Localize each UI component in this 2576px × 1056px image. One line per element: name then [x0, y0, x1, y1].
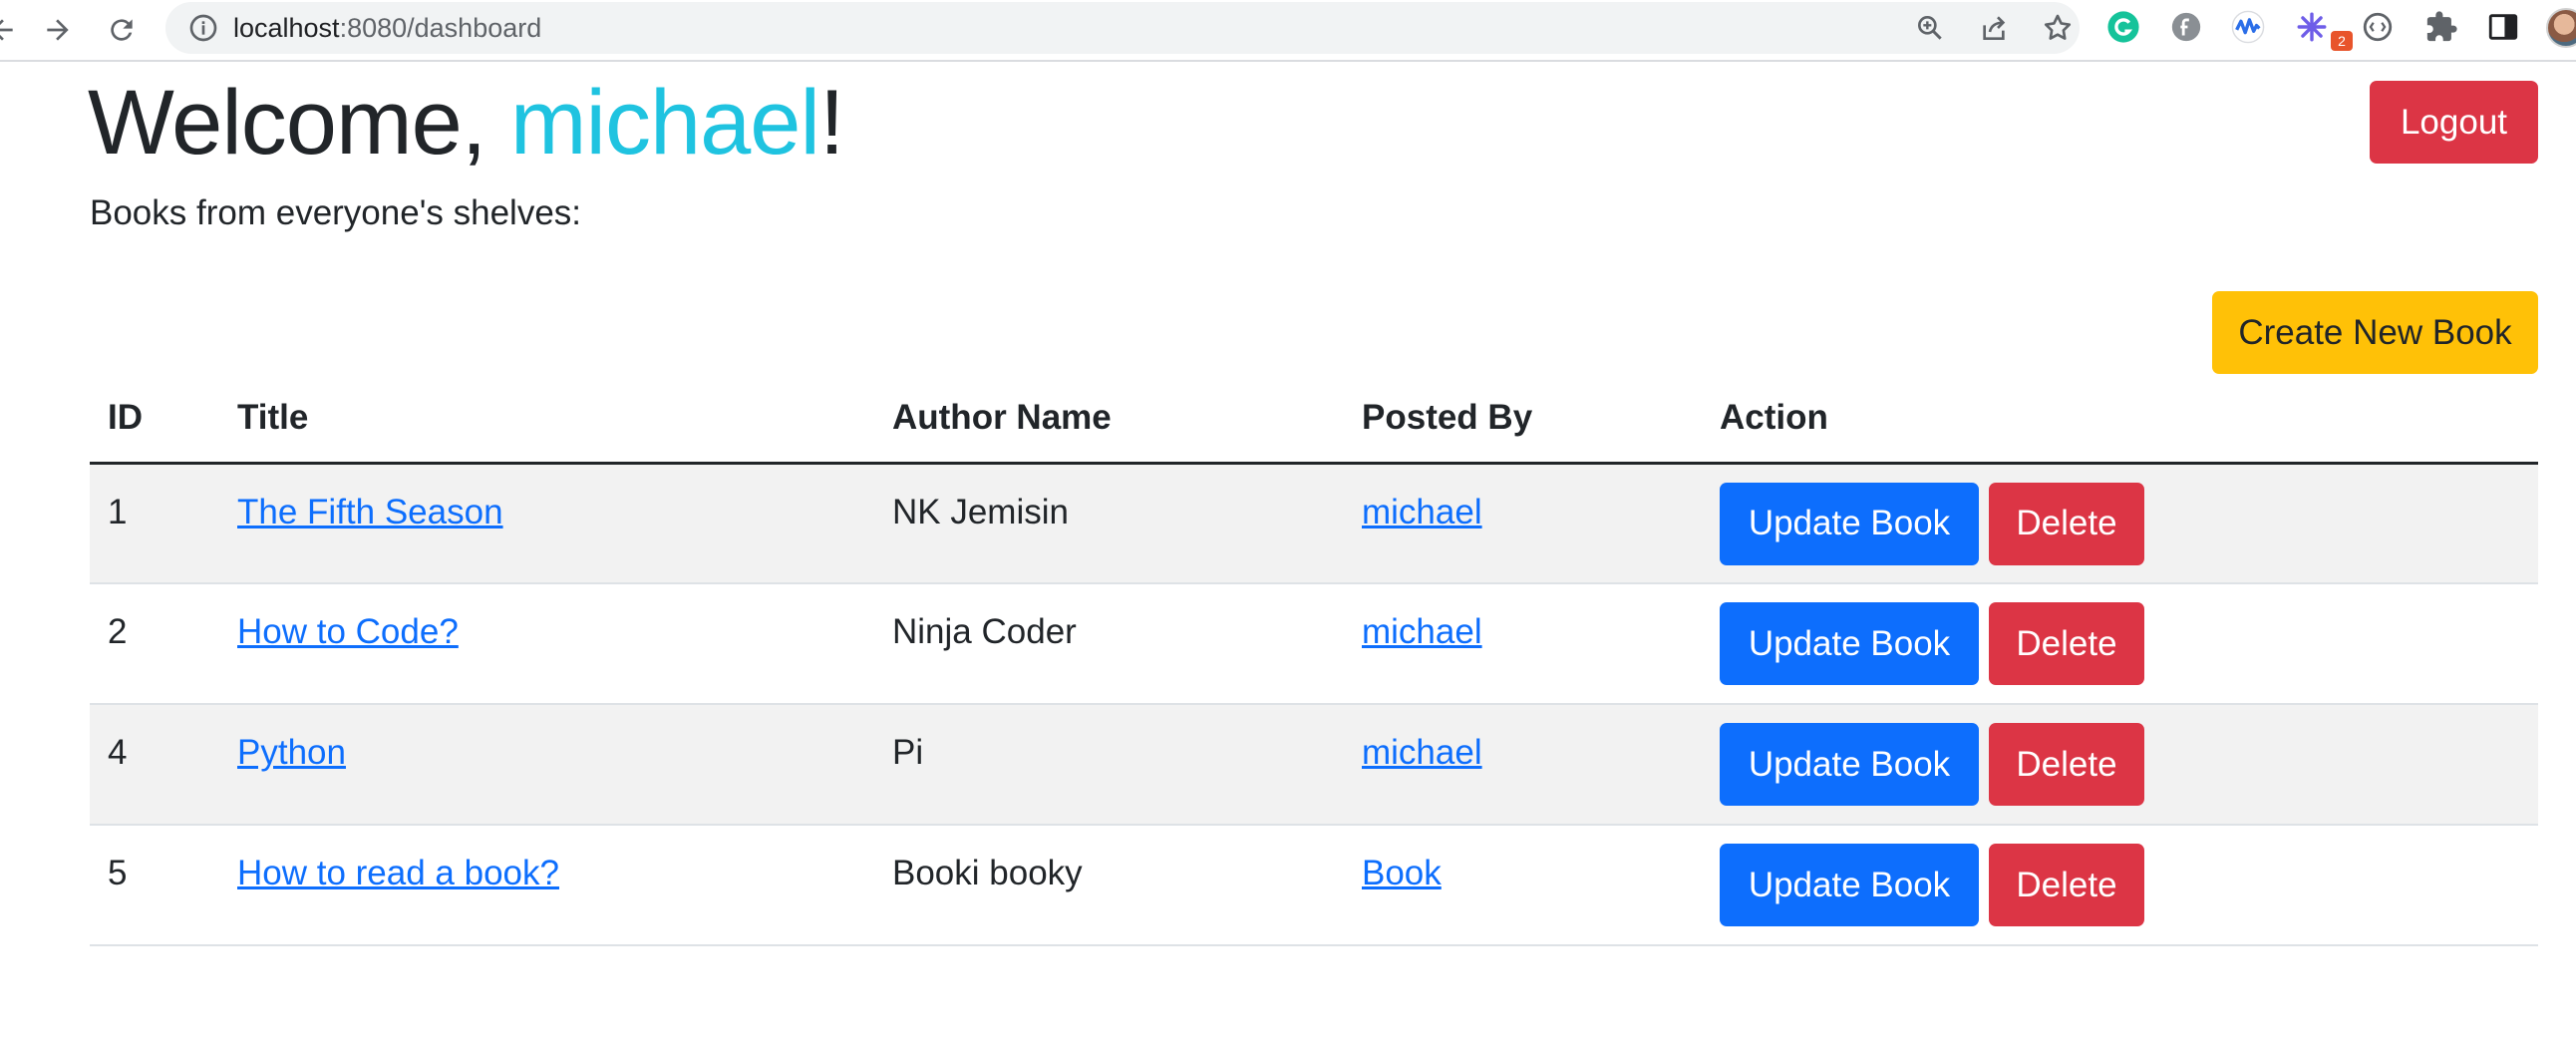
- avatar[interactable]: [2546, 8, 2576, 48]
- table-row: 2 How to Code? Ninja Coder michael Updat…: [90, 583, 2538, 705]
- extension-icon[interactable]: [2167, 8, 2205, 46]
- delete-button[interactable]: Delete: [1989, 482, 2144, 565]
- share-icon[interactable]: [1976, 10, 2012, 46]
- info-icon[interactable]: [187, 12, 219, 44]
- address-bar[interactable]: localhost:8080/dashboard: [165, 2, 2080, 54]
- table-row: 5 How to read a book? Booki booky Book U…: [90, 825, 2538, 946]
- book-title-link[interactable]: How to read a book?: [237, 854, 559, 892]
- browser-toolbar: localhost:8080/dashboard 2: [0, 0, 2576, 62]
- url-text[interactable]: localhost:8080/dashboard: [233, 10, 541, 46]
- books-table: ID Title Author Name Posted By Action 1 …: [90, 375, 2538, 946]
- column-header-posted-by: Posted By: [1344, 375, 1702, 465]
- table-row: 1 The Fifth Season NK Jemisin michael Up…: [90, 463, 2538, 584]
- delete-button[interactable]: Delete: [1989, 723, 2144, 806]
- bookmark-star-icon[interactable]: [2040, 10, 2076, 46]
- url-host: localhost: [233, 13, 340, 43]
- page-subtitle: Books from everyone's shelves:: [90, 193, 582, 232]
- update-book-button[interactable]: Update Book: [1720, 602, 1979, 685]
- extension-icon[interactable]: [2229, 8, 2267, 46]
- page-title: Welcome, michael!: [88, 68, 845, 177]
- extension-icon[interactable]: [2359, 8, 2397, 46]
- zoom-icon[interactable]: [1912, 10, 1948, 46]
- side-panel-icon[interactable]: [2484, 8, 2522, 46]
- update-book-button[interactable]: Update Book: [1720, 482, 1979, 565]
- forward-icon[interactable]: [34, 6, 82, 54]
- book-author: Booki booky: [874, 825, 1344, 946]
- book-title-link[interactable]: How to Code?: [237, 612, 459, 651]
- welcome-username: michael: [509, 72, 820, 174]
- posted-by-link[interactable]: michael: [1362, 733, 1482, 772]
- reload-icon[interactable]: [98, 6, 146, 54]
- book-author: Ninja Coder: [874, 583, 1344, 705]
- extension-badge: 2: [2331, 31, 2353, 51]
- create-book-button[interactable]: Create New Book: [2212, 291, 2538, 374]
- column-header-action: Action: [1702, 375, 2538, 465]
- row-actions: Update Book Delete: [1702, 583, 2538, 705]
- url-path: :8080/dashboard: [339, 13, 542, 43]
- book-author: Pi: [874, 704, 1344, 826]
- delete-button[interactable]: Delete: [1989, 844, 2144, 926]
- back-icon[interactable]: [0, 6, 26, 54]
- book-id: 5: [90, 825, 219, 946]
- welcome-prefix: Welcome,: [88, 72, 510, 174]
- column-header-id: ID: [90, 375, 219, 465]
- logout-button[interactable]: Logout: [2370, 81, 2538, 164]
- posted-by-link[interactable]: Book: [1362, 854, 1442, 892]
- book-title-link[interactable]: The Fifth Season: [237, 493, 503, 531]
- row-actions: Update Book Delete: [1702, 463, 2538, 584]
- extensions-puzzle-icon[interactable]: [2422, 8, 2460, 46]
- grammarly-icon[interactable]: [2104, 8, 2142, 46]
- book-id: 1: [90, 463, 219, 584]
- column-header-title: Title: [219, 375, 874, 465]
- welcome-suffix: !: [818, 72, 845, 174]
- book-title-link[interactable]: Python: [237, 733, 346, 772]
- row-actions: Update Book Delete: [1702, 825, 2538, 946]
- extension-icon[interactable]: [2293, 8, 2331, 46]
- table-row: 4 Python Pi michael Update Book Delete: [90, 704, 2538, 826]
- update-book-button[interactable]: Update Book: [1720, 844, 1979, 926]
- update-book-button[interactable]: Update Book: [1720, 723, 1979, 806]
- delete-button[interactable]: Delete: [1989, 602, 2144, 685]
- row-actions: Update Book Delete: [1702, 704, 2538, 826]
- table-header-row: ID Title Author Name Posted By Action: [90, 375, 2538, 465]
- posted-by-link[interactable]: michael: [1362, 493, 1482, 531]
- column-header-author: Author Name: [874, 375, 1344, 465]
- book-author: NK Jemisin: [874, 463, 1344, 584]
- book-id: 2: [90, 583, 219, 705]
- posted-by-link[interactable]: michael: [1362, 612, 1482, 651]
- book-id: 4: [90, 704, 219, 826]
